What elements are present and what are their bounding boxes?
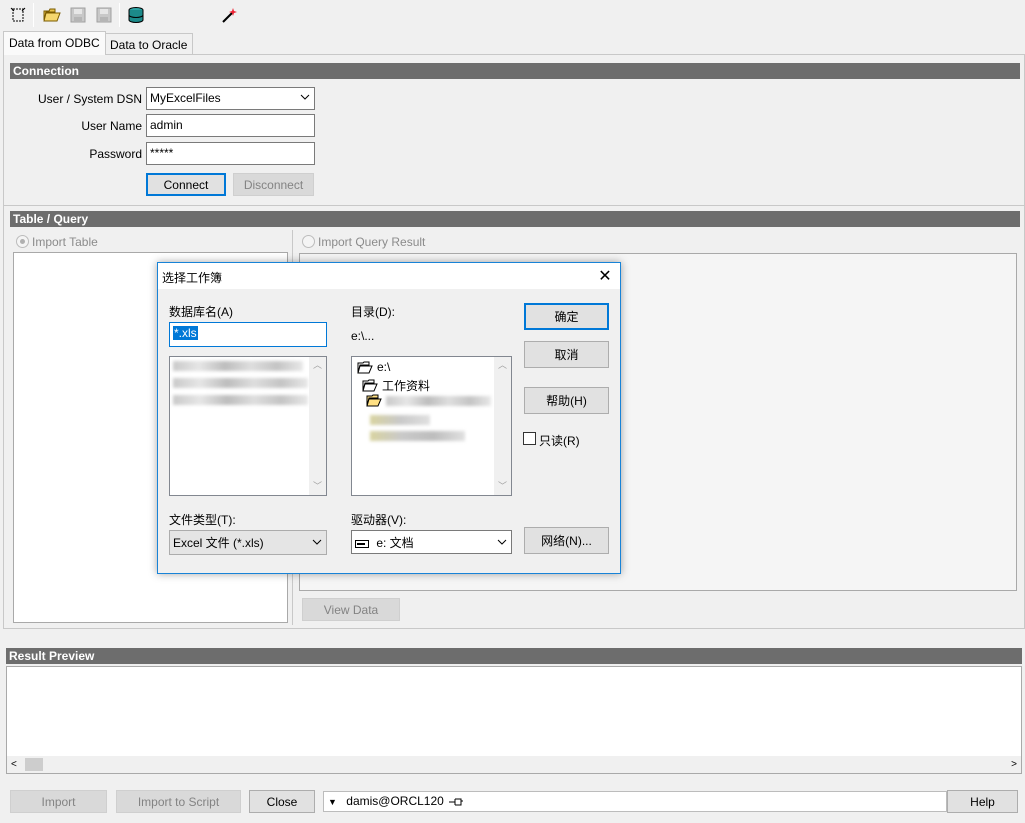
drive-label: 驱动器(V): — [351, 513, 407, 527]
file-type-value: Excel 文件 (*.xls) — [173, 536, 264, 550]
folder-item[interactable] — [366, 394, 491, 407]
toolbar — [0, 0, 1025, 30]
folder-label: 工作资料 — [382, 379, 431, 393]
view-data-button[interactable]: View Data — [302, 598, 400, 621]
close-button[interactable]: Close — [249, 790, 315, 813]
dsn-combobox[interactable]: MyExcelFiles — [146, 87, 315, 110]
tab-data-from-odbc[interactable]: Data from ODBC — [3, 31, 106, 55]
close-icon[interactable]: ✕ — [596, 267, 614, 285]
horizontal-scrollbar[interactable]: < > — [7, 756, 1021, 773]
new-icon[interactable] — [7, 4, 29, 26]
dsn-label: User / System DSN — [37, 92, 142, 106]
user-name-input[interactable]: admin — [146, 114, 315, 137]
dropdown-arrow-icon: ▼ — [328, 797, 337, 807]
tab-data-to-oracle[interactable]: Data to Oracle — [104, 33, 194, 55]
chevron-down-icon — [497, 539, 507, 545]
connection-selector[interactable]: ▼ damis@ORCL120 — [323, 791, 947, 812]
folder-item[interactable]: e:\ — [357, 360, 390, 374]
save-icon[interactable] — [67, 4, 89, 26]
dialog-titlebar: 选择工作簿 ✕ — [158, 263, 620, 289]
connect-button[interactable]: Connect — [146, 173, 226, 196]
directory-tree[interactable]: e:\ 工作资料 ︿ ﹀ — [351, 356, 512, 496]
folder-label: e:\ — [377, 360, 391, 374]
select-workbook-dialog: 选择工作簿 ✕ 数据库名(A) *.xls ︿ ﹀ 文件类型(T): Excel… — [157, 262, 621, 574]
import-query-radio[interactable] — [302, 235, 315, 248]
file-type-label: 文件类型(T): — [169, 513, 236, 527]
drive-select[interactable]: e: 文档 — [351, 530, 512, 554]
pin-icon — [449, 798, 464, 806]
readonly-checkbox[interactable] — [523, 432, 536, 445]
readonly-label: 只读(R) — [539, 434, 580, 448]
db-name-label: 数据库名(A) — [169, 305, 233, 319]
import-button[interactable]: Import — [10, 790, 107, 813]
import-to-script-button[interactable]: Import to Script — [116, 790, 241, 813]
cancel-button[interactable]: 取消 — [524, 341, 609, 368]
import-table-radio[interactable] — [16, 235, 29, 248]
open-folder-icon — [366, 394, 382, 407]
table-query-header: Table / Query — [10, 211, 1020, 227]
dialog-help-button[interactable]: 帮助(H) — [524, 387, 609, 414]
dir-label: 目录(D): — [351, 305, 395, 319]
folder-item[interactable]: 工作资料 — [362, 377, 430, 394]
user-name-label: User Name — [81, 119, 142, 133]
file-list-scrollbar[interactable]: ︿ ﹀ — [309, 357, 326, 495]
db-name-value: *.xls — [173, 326, 198, 340]
dsn-value: MyExcelFiles — [150, 91, 221, 105]
network-button[interactable]: 网络(N)... — [524, 527, 609, 554]
result-preview-header: Result Preview — [6, 648, 1022, 664]
open-folder-icon — [357, 361, 373, 373]
directory-scrollbar[interactable]: ︿ ﹀ — [494, 357, 511, 495]
chevron-down-icon — [312, 539, 322, 545]
dir-path: e:\... — [351, 329, 375, 343]
ok-button[interactable]: 确定 — [524, 303, 609, 330]
drive-value: e: 文档 — [376, 536, 414, 550]
password-input[interactable]: ***** — [146, 142, 315, 165]
database-icon[interactable] — [125, 4, 147, 26]
import-table-label: Import Table — [32, 235, 98, 249]
db-name-input[interactable]: *.xls — [169, 322, 327, 347]
disconnect-button[interactable]: Disconnect — [233, 173, 314, 196]
scrollbar-thumb[interactable] — [25, 758, 43, 771]
drive-icon — [355, 539, 369, 548]
password-label: Password — [89, 147, 142, 161]
connection-header: Connection — [10, 63, 1020, 79]
scroll-right-icon[interactable]: > — [1011, 759, 1017, 770]
save-as-icon[interactable] — [93, 4, 115, 26]
connection-label: damis@ORCL120 — [346, 794, 444, 808]
scroll-left-icon[interactable]: < — [11, 759, 17, 770]
dialog-title: 选择工作簿 — [162, 271, 223, 285]
open-folder-icon — [362, 379, 378, 392]
chevron-down-icon — [300, 94, 310, 100]
wand-icon[interactable] — [218, 4, 240, 26]
help-button[interactable]: Help — [947, 790, 1018, 813]
file-list[interactable]: ︿ ﹀ — [169, 356, 327, 496]
import-query-label: Import Query Result — [318, 235, 426, 249]
result-preview-grid[interactable]: < > — [6, 666, 1022, 774]
file-type-select[interactable]: Excel 文件 (*.xls) — [169, 530, 327, 555]
divider — [4, 205, 1024, 206]
open-folder-icon[interactable] — [41, 4, 63, 26]
